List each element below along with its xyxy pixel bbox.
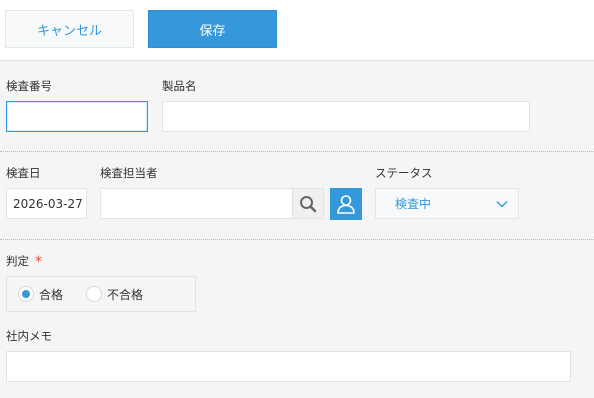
action-toolbar: キャンセル 保存 (0, 0, 594, 61)
radio-button[interactable] (18, 286, 34, 302)
user-icon (337, 195, 355, 214)
internal-memo-label: 社内メモ (6, 329, 52, 343)
radio-fail[interactable]: 不合格 (86, 277, 143, 311)
inspector-label: 検査担当者 (100, 166, 158, 180)
section-divider (0, 239, 594, 240)
internal-memo-input[interactable] (6, 351, 571, 382)
judgement-label-text: 判定 (6, 254, 29, 268)
product-name-input[interactable] (162, 101, 530, 132)
chevron-down-icon (496, 201, 508, 208)
radio-fail-label: 不合格 (107, 287, 144, 302)
status-select[interactable]: 検査中 (375, 188, 519, 219)
inspection-number-input[interactable] (6, 101, 148, 132)
inspection-number-label: 検査番号 (6, 79, 52, 93)
product-name-label: 製品名 (162, 79, 197, 93)
inspector-search-button[interactable] (292, 188, 324, 219)
save-button[interactable]: 保存 (148, 10, 277, 48)
section-divider (0, 151, 594, 152)
inspector-input[interactable] (100, 188, 293, 219)
required-mark: * (35, 254, 42, 270)
inspection-date-value: 2026-03-27 (13, 196, 83, 211)
inspection-date-label: 検査日 (6, 166, 41, 180)
cancel-button[interactable]: キャンセル (5, 10, 134, 48)
radio-pass-label: 合格 (39, 287, 64, 302)
judgement-label: 判定 * (6, 253, 42, 270)
search-icon (300, 195, 317, 212)
judgement-radio-group: 合格 不合格 (6, 276, 196, 312)
user-select-button[interactable] (330, 188, 362, 220)
status-label: ステータス (375, 166, 433, 180)
status-selected-value: 検査中 (395, 197, 432, 211)
inspection-date-input[interactable]: 2026-03-27 (6, 188, 87, 219)
radio-button[interactable] (86, 286, 102, 302)
radio-pass[interactable]: 合格 (18, 277, 63, 311)
